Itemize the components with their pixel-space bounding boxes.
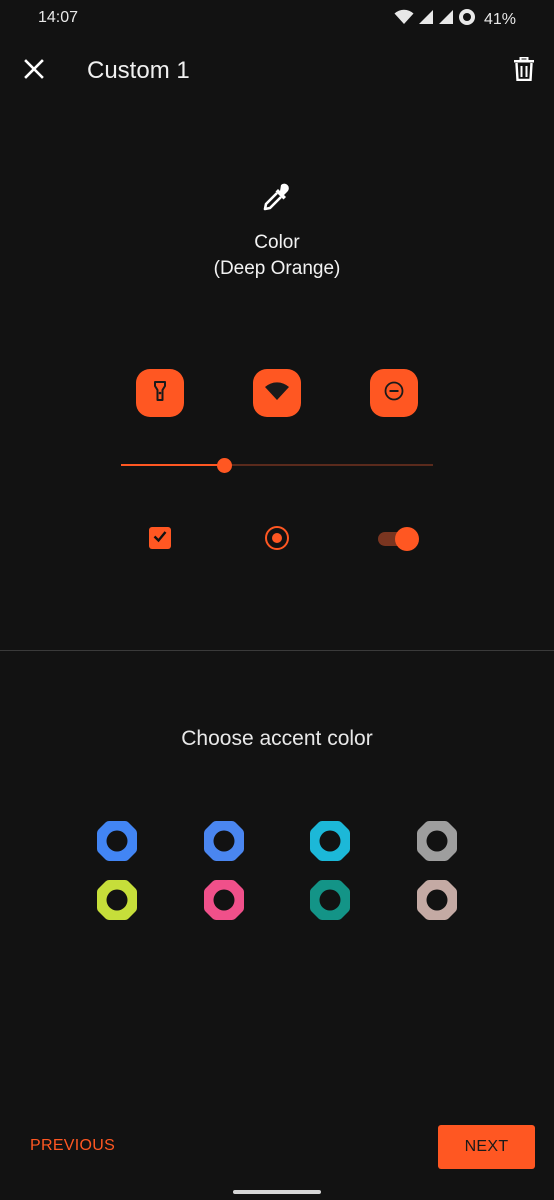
divider xyxy=(0,650,554,651)
trash-icon xyxy=(514,56,534,86)
accent-swatch-cyan[interactable] xyxy=(309,820,351,862)
accent-swatch-blue-2[interactable] xyxy=(203,820,245,862)
record-icon xyxy=(458,8,476,31)
next-button[interactable]: NEXT xyxy=(438,1125,535,1169)
status-time: 14:07 xyxy=(38,9,79,26)
preview-radio[interactable] xyxy=(265,526,289,550)
flashlight-tile[interactable] xyxy=(136,369,184,417)
delete-button[interactable] xyxy=(508,55,540,87)
preview-checkbox[interactable] xyxy=(149,527,171,549)
wifi-tile[interactable] xyxy=(253,369,301,417)
color-label: Color xyxy=(254,232,300,253)
accent-swatch-grey[interactable] xyxy=(416,820,458,862)
status-icons: 41% xyxy=(394,8,516,31)
status-bar: 14:07 41% xyxy=(0,0,554,38)
flashlight-icon xyxy=(149,380,171,407)
choose-accent-label: Choose accent color xyxy=(181,727,373,750)
preview-slider[interactable] xyxy=(121,457,433,473)
accent-swatch-blue[interactable] xyxy=(96,820,138,862)
preview-switch[interactable] xyxy=(378,526,420,552)
battery-percentage: 41% xyxy=(483,10,516,28)
accent-swatch-pink[interactable] xyxy=(203,879,245,921)
wifi-icon xyxy=(264,381,290,406)
slider-thumb[interactable] xyxy=(216,458,232,473)
page-title: Custom 1 xyxy=(87,57,190,84)
slider-fill xyxy=(121,464,224,466)
radio-dot xyxy=(272,533,282,543)
accent-swatch-rose-brown[interactable] xyxy=(416,879,458,921)
accent-swatch-lime[interactable] xyxy=(96,879,138,921)
checkmark-icon xyxy=(152,528,168,549)
do-not-disturb-tile[interactable] xyxy=(370,369,418,417)
close-button[interactable] xyxy=(18,55,50,87)
signal-icon xyxy=(418,9,434,30)
color-name: (Deep Orange) xyxy=(213,258,341,279)
accent-swatch-teal[interactable] xyxy=(309,879,351,921)
wifi-icon xyxy=(394,9,414,30)
do-not-disturb-icon xyxy=(383,380,405,407)
close-icon xyxy=(24,58,44,84)
home-indicator[interactable] xyxy=(233,1190,321,1194)
app-bar: Custom 1 xyxy=(0,38,554,106)
signal-icon xyxy=(438,9,454,30)
previous-button[interactable]: PREVIOUS xyxy=(30,1137,115,1155)
eyedropper-icon xyxy=(257,178,297,218)
switch-thumb xyxy=(395,527,419,551)
